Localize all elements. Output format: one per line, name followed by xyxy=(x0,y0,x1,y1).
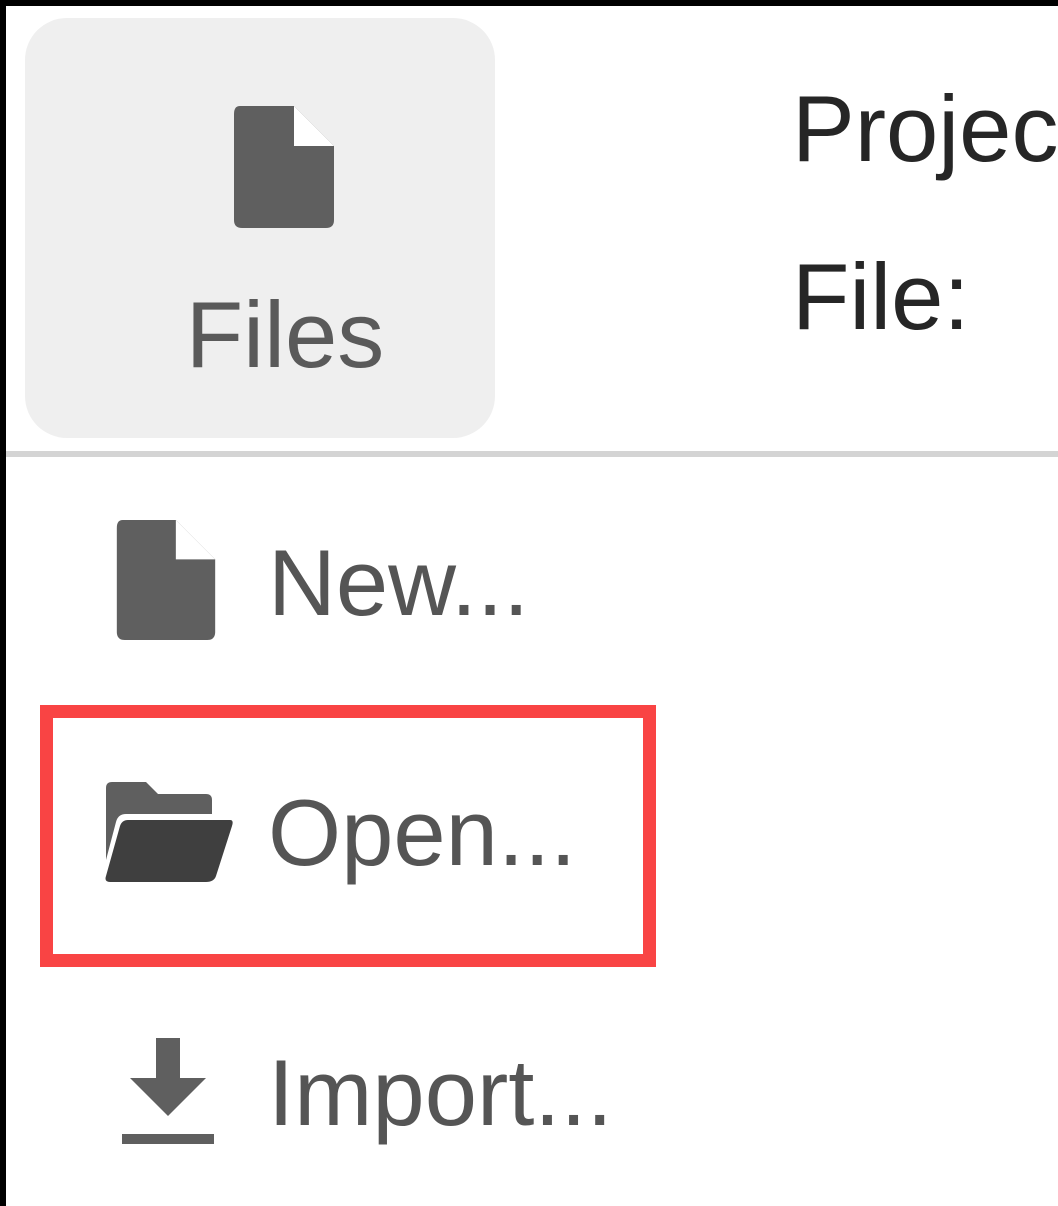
menu-item-new-label: New... xyxy=(268,530,530,635)
project-label: Projec xyxy=(792,76,1058,181)
menu-item-import-label: Import... xyxy=(268,1040,613,1145)
file-label: File: xyxy=(792,244,970,349)
file-icon xyxy=(234,106,334,228)
menu-item-new[interactable]: New... xyxy=(40,508,656,640)
file-icon xyxy=(116,520,216,640)
menu-divider xyxy=(6,451,1058,457)
files-tab[interactable]: Files xyxy=(25,18,495,438)
menu-item-import[interactable]: Import... xyxy=(40,1030,656,1160)
highlight-box xyxy=(40,705,656,967)
files-tab-label: Files xyxy=(185,282,385,387)
download-icon xyxy=(122,1038,214,1144)
